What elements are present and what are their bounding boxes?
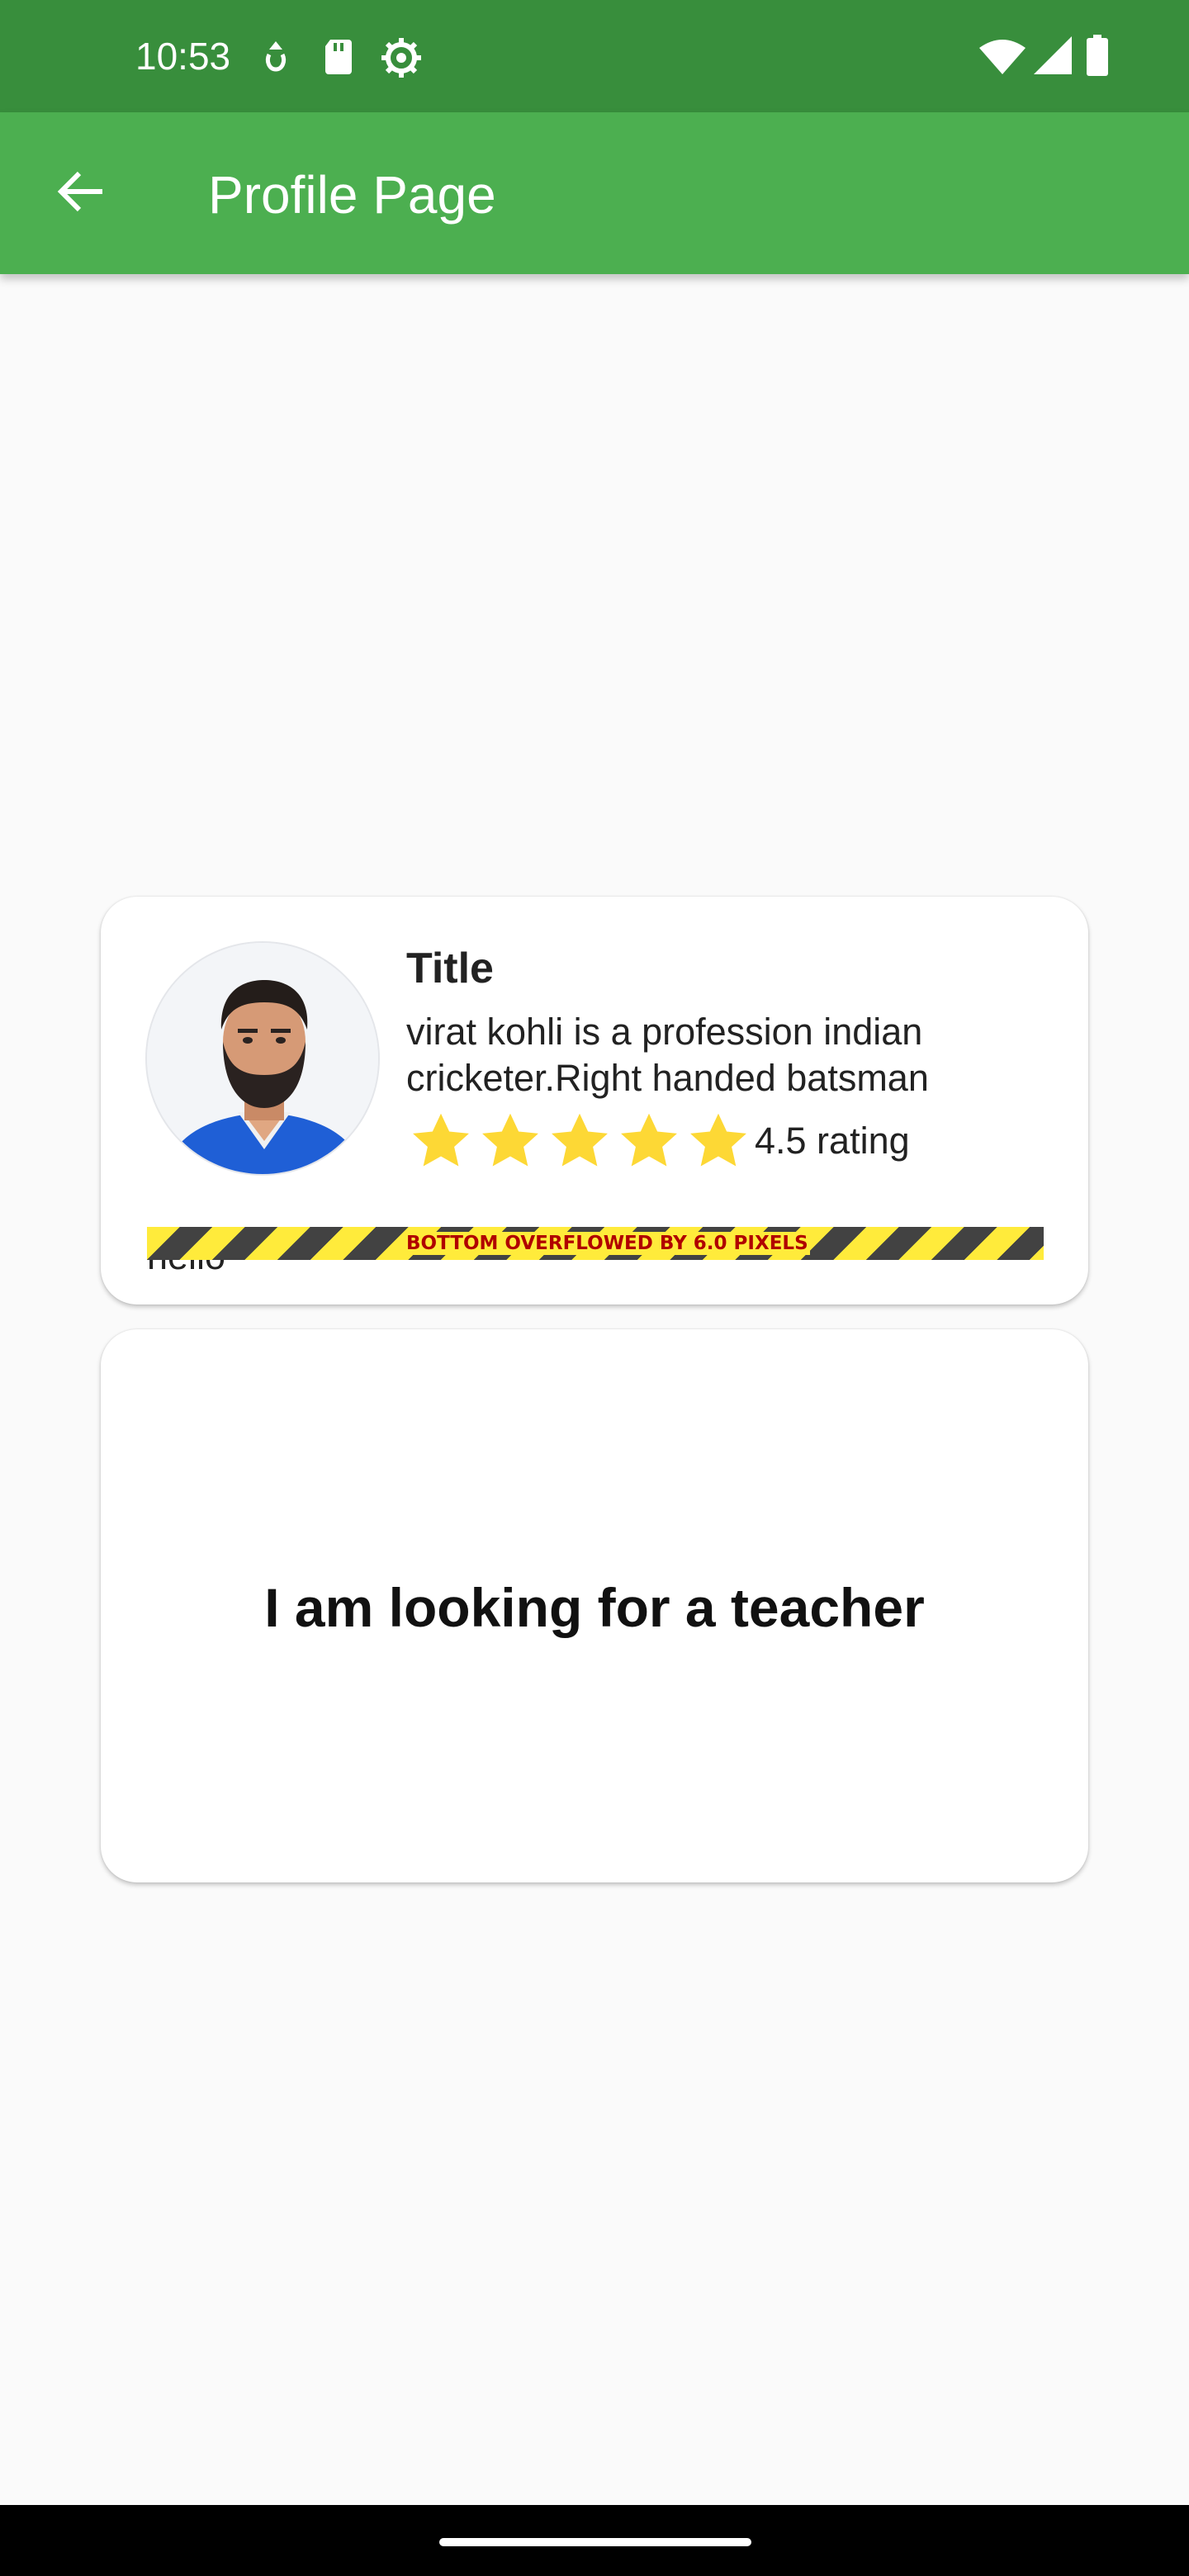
card-title: Title xyxy=(406,945,494,992)
star-icon xyxy=(614,1106,684,1176)
data-saver-icon xyxy=(259,36,292,76)
settings-gear-icon xyxy=(380,36,423,79)
card-description: virat kohli is a profession indian crick… xyxy=(406,1011,929,1099)
rating-row: 4.5 rating xyxy=(406,1106,910,1176)
star-icon xyxy=(406,1106,476,1176)
profile-card[interactable]: Title virat kohli is a profession indian… xyxy=(101,897,1088,1305)
status-bar: 10:53 xyxy=(0,0,1189,112)
navigation-bar xyxy=(0,2505,1189,2576)
teacher-card[interactable]: I am looking for a teacher xyxy=(101,1329,1088,1882)
star-icon xyxy=(476,1106,545,1176)
arrow-back-icon xyxy=(54,165,107,222)
overflow-warning-label: BOTTOM OVERFLOWED BY 6.0 PIXELS xyxy=(405,1232,810,1255)
sd-card-icon xyxy=(322,36,355,76)
status-time: 10:53 xyxy=(135,35,231,78)
star-icon xyxy=(684,1106,753,1176)
home-indicator[interactable] xyxy=(439,2538,751,2546)
star-icon xyxy=(545,1106,614,1176)
rating-label: 4.5 rating xyxy=(755,1120,910,1162)
overflow-warning-banner: BOTTOM OVERFLOWED BY 6.0 PIXELS xyxy=(147,1227,1044,1260)
app-bar: Profile Page xyxy=(0,112,1189,274)
teacher-request-text: I am looking for a teacher xyxy=(264,1577,925,1638)
avatar xyxy=(145,941,380,1176)
wifi-icon xyxy=(979,38,1026,74)
back-button[interactable] xyxy=(33,145,129,241)
battery-icon xyxy=(1087,35,1108,76)
cellular-signal-icon xyxy=(1034,36,1072,74)
page-title: Profile Page xyxy=(208,165,496,225)
